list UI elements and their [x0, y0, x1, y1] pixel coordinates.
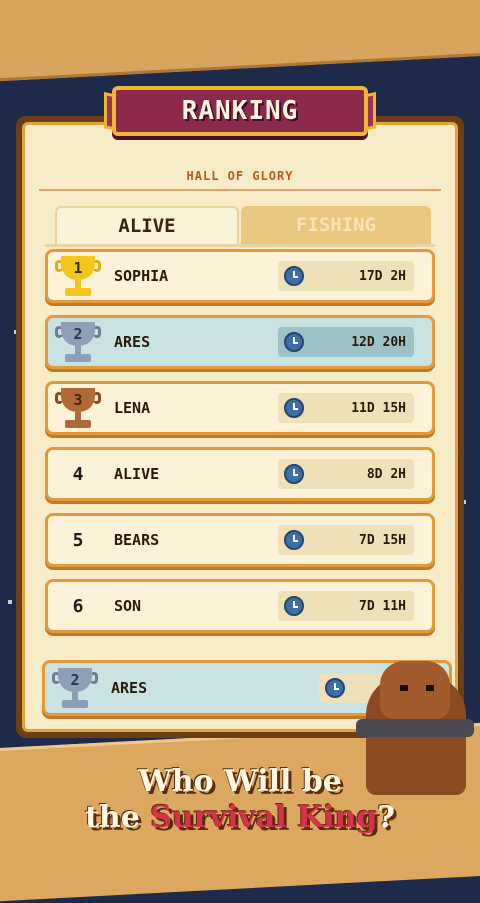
- survival-time-value: 12D 20H: [351, 334, 406, 350]
- clock-icon: [284, 266, 304, 286]
- rank-cell: 3: [48, 386, 108, 430]
- silver-trophy-icon: 2: [52, 666, 98, 710]
- silver-trophy-icon: 2: [55, 320, 101, 364]
- survival-time-value: 7D 15H: [359, 532, 406, 548]
- sparkle: [8, 600, 12, 604]
- player-name: ARES: [111, 679, 148, 697]
- clock-icon: [325, 678, 345, 698]
- table-row[interactable]: 6 SON 7D 11H: [45, 579, 435, 633]
- title-banner: RANKING: [112, 86, 368, 136]
- page-title: RANKING: [181, 96, 299, 126]
- panel-subtitle: HALL OF GLORY: [186, 169, 294, 183]
- survival-time: 7D 15H: [278, 525, 414, 555]
- tagline-accent: Survival King: [150, 800, 378, 835]
- table-row-highlighted[interactable]: 2 ARES 12D 20H: [45, 315, 435, 369]
- tagline-line2: the Survival King?: [85, 800, 395, 835]
- ranking-panel: HALL OF GLORY ALIVE FISHING 1 SOPHIA 17D…: [16, 116, 464, 738]
- player-name: SOPHIA: [114, 267, 169, 285]
- table-row[interactable]: 4 ALIVE 8D 2H: [45, 447, 435, 501]
- clock-icon: [284, 530, 304, 550]
- gold-trophy-icon: 1: [55, 254, 101, 298]
- survival-time-value: 8D 2H: [366, 466, 406, 482]
- rank-number: 6: [72, 595, 84, 617]
- player-name: LENA: [114, 399, 151, 417]
- ranking-list: 1 SOPHIA 17D 2H 2 ARES 12D 20H 3 LENA 11…: [45, 249, 435, 645]
- tab-bar-underline: [45, 244, 435, 247]
- survival-time: 8D 2H: [278, 459, 414, 489]
- clock-icon: [284, 332, 304, 352]
- tagline-line1: Who Will be: [138, 764, 342, 799]
- clock-icon: [284, 464, 304, 484]
- rank-cell: 2: [48, 320, 108, 364]
- player-name: ALIVE: [114, 465, 160, 483]
- clock-icon: [284, 398, 304, 418]
- rank-number: 4: [72, 463, 84, 485]
- rank-cell: 2: [45, 666, 105, 710]
- survival-time: 17D 2H: [278, 261, 414, 291]
- table-row[interactable]: 5 BEARS 7D 15H: [45, 513, 435, 567]
- survival-time: 11D 15H: [278, 393, 414, 423]
- ranking-panel-body: HALL OF GLORY ALIVE FISHING 1 SOPHIA 17D…: [22, 122, 458, 732]
- survival-time: 7D 11H: [278, 591, 414, 621]
- divider: [39, 189, 441, 191]
- tab-alive[interactable]: ALIVE: [55, 206, 239, 244]
- bronze-trophy-icon: 3: [55, 386, 101, 430]
- survival-time-value: 11D 15H: [351, 400, 406, 416]
- player-name: SON: [114, 597, 142, 615]
- tab-fishing[interactable]: FISHING: [241, 206, 431, 244]
- table-row[interactable]: 1 SOPHIA 17D 2H: [45, 249, 435, 303]
- player-name: ARES: [114, 333, 151, 351]
- survival-time-value: 17D 2H: [359, 268, 406, 284]
- survival-time: 12D 20H: [278, 327, 414, 357]
- clock-icon: [284, 596, 304, 616]
- background-torn-paper-top: [0, 0, 480, 83]
- table-row[interactable]: 3 LENA 11D 15H: [45, 381, 435, 435]
- rank-cell: 1: [48, 254, 108, 298]
- rank-number: 5: [72, 529, 84, 551]
- player-name: BEARS: [114, 531, 160, 549]
- survival-time-value: 7D 11H: [359, 598, 406, 614]
